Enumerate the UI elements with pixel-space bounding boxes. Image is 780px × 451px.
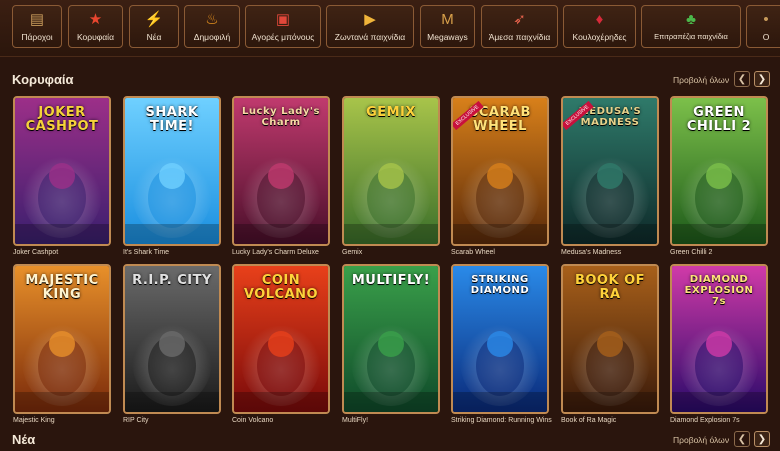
megaways-icon: M: [441, 10, 454, 28]
category-label: Επιτραπέζια παιχνίδια: [654, 32, 728, 41]
gift-icon: ▣: [275, 10, 291, 28]
game-name: Medusa's Madness: [561, 249, 622, 256]
game-logo-text: COIN VOLCANO: [243, 273, 319, 302]
game-logo-text: Lucky Lady's Charm: [242, 106, 320, 128]
rocket-icon: ➶: [513, 10, 526, 28]
star-icon: ★: [88, 10, 103, 28]
game-name: Book of Ra Magic: [561, 417, 617, 424]
view-all-top-link[interactable]: Προβολή όλων: [673, 75, 729, 85]
category-lightning[interactable]: ⚡ Νέα: [129, 5, 179, 48]
category-label: Κορυφαία: [76, 31, 114, 42]
game-logo-text: STRIKING DIAMOND: [470, 274, 530, 296]
category-rocket[interactable]: ➶ Άμεσα παιχνίδια: [481, 5, 558, 48]
section-title-new: Νέα: [12, 432, 36, 447]
game-name: Green Chilli 2: [670, 249, 713, 256]
game-tile[interactable]: MULTIFLY!: [342, 264, 440, 414]
game-name: Joker Cashpot: [13, 249, 59, 256]
game-logo-text: MULTIFLY!: [351, 273, 431, 288]
next-arrow-top[interactable]: ❯: [754, 71, 770, 87]
chevron-left-icon: ❮: [737, 433, 747, 445]
game-logo-text: GEMIX: [366, 105, 416, 120]
category-bar: ▤ Πάροχοι ★ Κορυφαία ⚡ Νέα ♨ Δημοφιλή ▣ Αγορές μπ…: [0, 0, 780, 57]
next-arrow-new[interactable]: ❯: [754, 431, 770, 447]
category-label: Πάροχοι: [21, 31, 53, 42]
category-flame[interactable]: ♨ Δημοφιλή: [184, 5, 240, 48]
game-tile[interactable]: SCARAB WHEEL EXCLUSIVE: [451, 96, 549, 246]
prev-arrow-top[interactable]: ❮: [734, 71, 750, 87]
game-tile[interactable]: STRIKING DIAMOND: [451, 264, 549, 414]
category-clover[interactable]: ♣ Επιτραπέζια παιχνίδια: [641, 5, 741, 48]
flame-icon: ♨: [205, 10, 219, 28]
game-logo-text: BOOK OF RA: [574, 273, 646, 302]
prev-arrow-new[interactable]: ❮: [734, 431, 750, 447]
game-name: It's Shark Time: [123, 249, 170, 256]
category-label: Δημοφιλή: [193, 31, 231, 42]
game-tile[interactable]: JOKER CASHPOT: [13, 96, 111, 246]
category-play[interactable]: ▶ Ζωντανά παιχνίδια: [326, 5, 414, 48]
game-name: MultiFly!: [342, 417, 369, 424]
game-name: Coin Volcano: [232, 417, 274, 424]
game-tile[interactable]: GREEN CHILLI 2: [670, 96, 768, 246]
chevron-right-icon: ❯: [757, 433, 767, 445]
clover-icon: ♣: [686, 11, 696, 28]
game-tile[interactable]: SHARK TIME!: [123, 96, 221, 246]
game-name: Scarab Wheel: [451, 249, 495, 256]
game-logo-text: GREEN CHILLI 2: [686, 105, 752, 134]
cherry-icon: ♦: [595, 10, 604, 28]
game-logo-text: SHARK TIME!: [145, 105, 199, 134]
game-tile[interactable]: Lucky Lady's Charm: [232, 96, 330, 246]
game-tile[interactable]: BOOK OF RA: [561, 264, 659, 414]
game-tile[interactable]: COIN VOLCANO: [232, 264, 330, 414]
category-label: Αγορές μπόνους: [251, 31, 315, 42]
game-name: Majestic King: [13, 417, 55, 424]
category-megaways[interactable]: M Megaways: [420, 5, 475, 48]
game-logo-text: MAJESTIC KING: [25, 273, 99, 302]
chevron-right-icon: ❯: [757, 73, 767, 85]
game-logo-text: JOKER CASHPOT: [25, 105, 99, 134]
game-tile[interactable]: MAJESTIC KING: [13, 264, 111, 414]
category-label: Ζωντανά παιχνίδια: [334, 31, 406, 42]
game-name: RIP City: [123, 417, 149, 424]
category-label: O: [762, 31, 770, 42]
game-tile[interactable]: MEDUSA'S MADNESS EXCLUSIVE: [561, 96, 659, 246]
game-name: Striking Diamond: Running Wins: [451, 417, 552, 424]
play-icon: ▶: [364, 10, 376, 28]
game-logo-text: DIAMOND EXPLOSION 7s: [684, 274, 754, 307]
provider-icon: ▤: [29, 10, 45, 28]
view-all-new-link[interactable]: Προβολή όλων: [673, 435, 729, 445]
section-title-top: Κορυφαία: [12, 72, 74, 87]
category-provider[interactable]: ▤ Πάροχοι: [12, 5, 62, 48]
game-name: Diamond Explosion 7s: [670, 417, 740, 424]
category-label: Megaways: [427, 31, 468, 42]
category-more[interactable]: • O: [746, 5, 780, 48]
category-label: Άμεσα παιχνίδια: [488, 31, 551, 42]
chevron-left-icon: ❮: [737, 73, 747, 85]
game-logo-text: R.I.P. CITY: [132, 273, 212, 288]
game-tile[interactable]: GEMIX: [342, 96, 440, 246]
lightning-icon: ⚡: [144, 10, 164, 28]
game-tile[interactable]: R.I.P. CITY: [123, 264, 221, 414]
more-icon: •: [763, 10, 769, 28]
category-label: Κουλοχέρηδες: [572, 31, 627, 42]
category-label: Νέα: [146, 31, 162, 42]
category-cherry[interactable]: ♦ Κουλοχέρηδες: [563, 5, 636, 48]
game-name: Gemix: [342, 249, 363, 256]
game-tile[interactable]: DIAMOND EXPLOSION 7s: [670, 264, 768, 414]
category-star[interactable]: ★ Κορυφαία: [68, 5, 123, 48]
game-name: Lucky Lady's Charm Deluxe: [232, 249, 319, 256]
category-gift[interactable]: ▣ Αγορές μπόνους: [245, 5, 321, 48]
